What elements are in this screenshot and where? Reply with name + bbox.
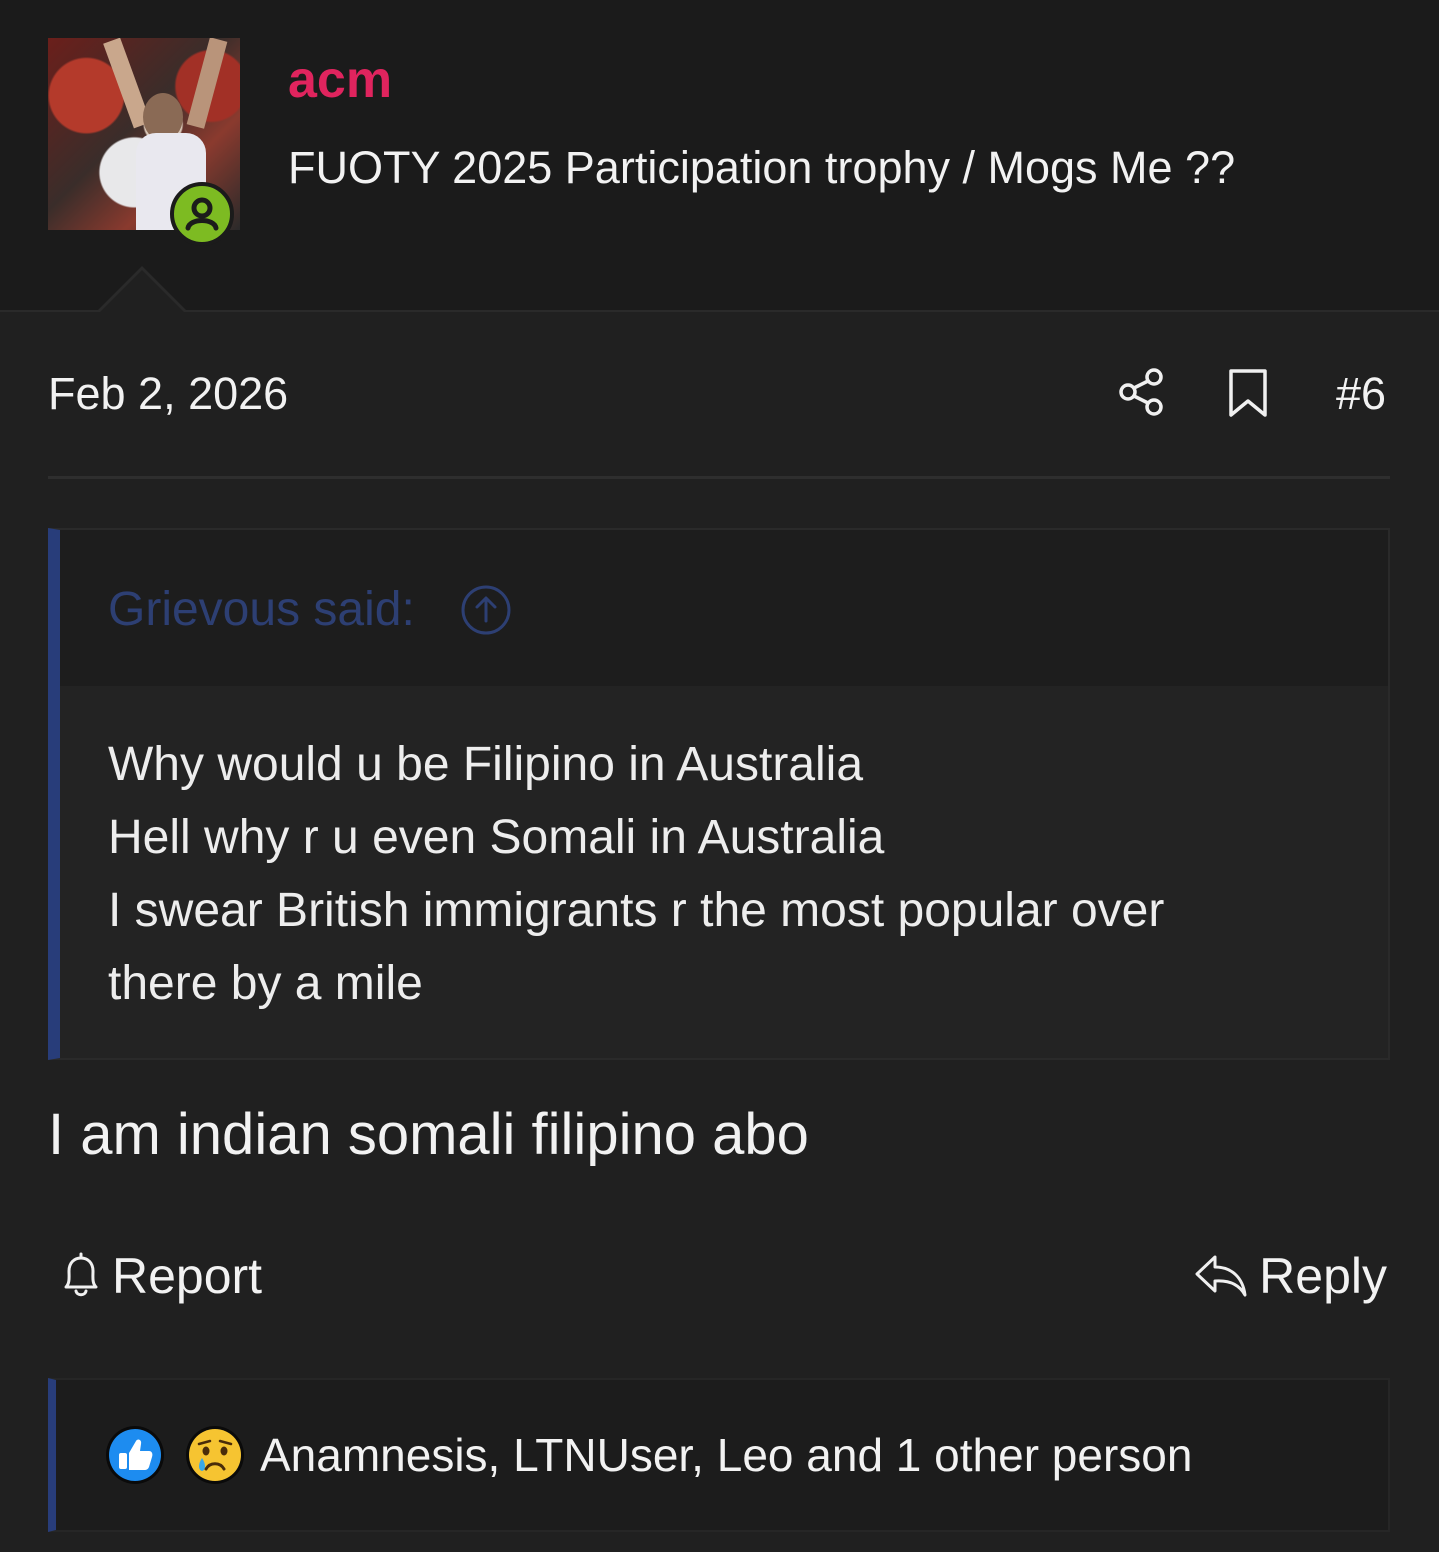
post-message: I am indian somali filipino abo (48, 1102, 809, 1167)
user-header: acm FUOTY 2025 Participation trophy / Mo… (0, 0, 1439, 312)
quote-line: I swear British immigrants r the most po… (108, 884, 1165, 937)
quote-author[interactable]: Grievous said: (108, 582, 415, 638)
post-number[interactable]: #6 (1336, 366, 1386, 422)
quote-header: Grievous said: (60, 530, 1388, 686)
report-label: Report (112, 1248, 263, 1304)
post-date[interactable]: Feb 2, 2026 (48, 366, 288, 422)
quote-block: Grievous said: Why would u be Filipino i… (48, 528, 1390, 1060)
quote-body: Why would u be Filipino in Australia Hel… (108, 728, 1348, 1020)
online-status-icon (170, 182, 234, 246)
reply-button[interactable]: Reply (1193, 1246, 1387, 1306)
reactions-bar[interactable]: Anamnesis, LTNUser, Leo and 1 other pers… (48, 1378, 1390, 1532)
username[interactable]: acm (288, 50, 392, 110)
quote-line: Why would u be Filipino in Australia (108, 738, 864, 791)
report-button[interactable]: Report (58, 1246, 262, 1306)
like-icon (106, 1426, 164, 1484)
arrow-up-circle-icon[interactable] (460, 584, 512, 636)
bell-icon (64, 1252, 98, 1297)
quote-line: there by a mile (108, 957, 423, 1010)
share-icon[interactable] (1116, 366, 1166, 418)
user-title: FUOTY 2025 Participation trophy / Mogs M… (288, 142, 1236, 193)
quote-line: Hell why r u even Somali in Australia (108, 811, 885, 864)
reply-label: Reply (1259, 1248, 1387, 1304)
bookmark-icon[interactable] (1226, 368, 1270, 418)
reaction-summary[interactable]: Anamnesis, LTNUser, Leo and 1 other pers… (260, 1426, 1192, 1484)
divider (48, 476, 1390, 479)
reply-icon (1195, 1255, 1247, 1297)
sad-icon (186, 1426, 244, 1484)
